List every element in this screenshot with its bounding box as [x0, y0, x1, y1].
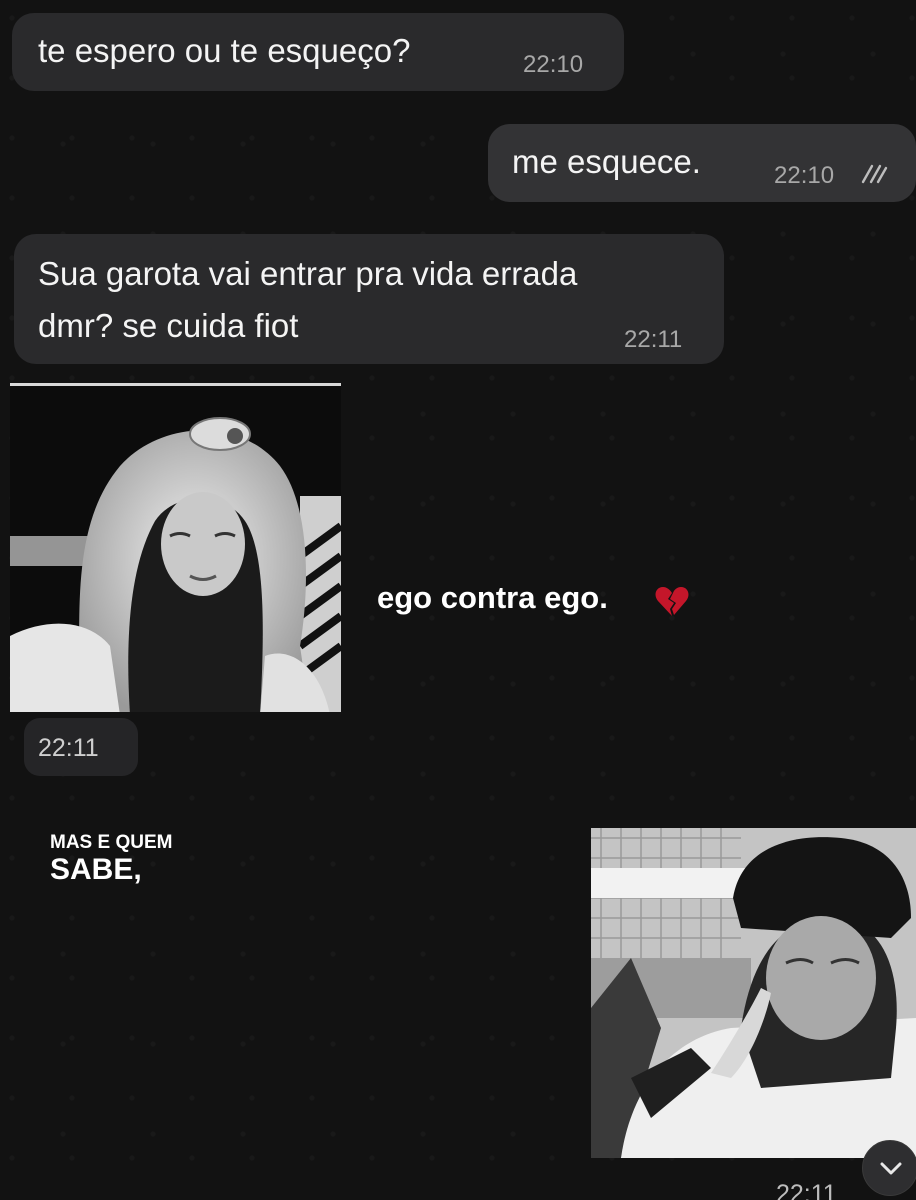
image-caption: ego contra ego.	[377, 580, 608, 615]
photo-guy-in-cap[interactable]	[591, 828, 916, 1158]
incoming-message-bubble[interactable]: te espero ou te esqueço? 22:10	[12, 13, 624, 91]
message-text-line: Sua garota vai entrar pra vida errada	[38, 255, 578, 292]
image-timestamp: 22:11	[24, 718, 138, 776]
message-text-line: dmr? se cuida fiot	[38, 307, 299, 344]
overlay-text-line1: MAS E QUEM	[50, 832, 173, 853]
message-text: me esquece.	[512, 143, 701, 180]
message-time: 22:10	[774, 162, 835, 189]
outgoing-message-bubble[interactable]: me esquece. 22:10	[488, 124, 916, 202]
message-text: te espero ou te esqueço?	[38, 32, 411, 69]
incoming-message-bubble[interactable]: Sua garota vai entrar pra vida errada dm…	[14, 234, 724, 364]
message-time: 22:10	[523, 51, 584, 78]
bottom-timestamp: 22:11	[776, 1180, 837, 1200]
broken-heart-icon	[654, 584, 690, 623]
photo-girl-in-hood[interactable]	[10, 383, 341, 712]
chevron-down-icon	[880, 1162, 902, 1175]
scroll-to-bottom-button[interactable]	[862, 1140, 916, 1196]
double-check-icon	[860, 162, 888, 191]
message-time: 22:11	[624, 326, 683, 353]
overlay-text-line2: SABE,	[50, 853, 142, 886]
